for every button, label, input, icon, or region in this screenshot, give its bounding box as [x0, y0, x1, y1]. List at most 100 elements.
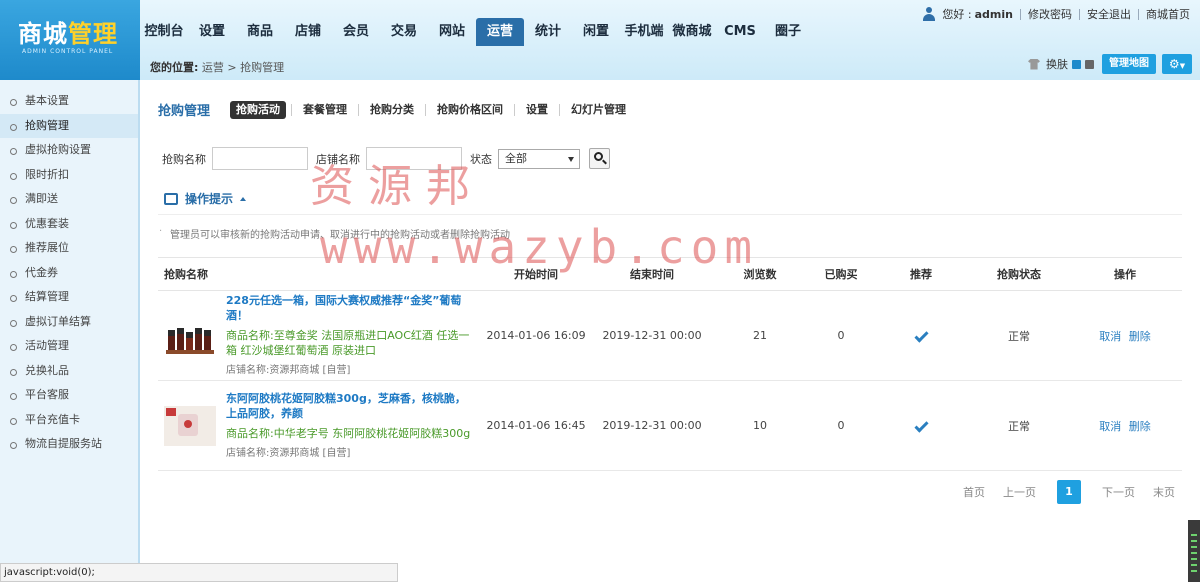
- tab-4[interactable]: 设置: [520, 101, 554, 119]
- current-page-button[interactable]: 1: [1057, 480, 1081, 504]
- caret-down-icon: ▼: [1179, 62, 1186, 70]
- nav-item-2[interactable]: 商品: [236, 18, 284, 46]
- toolbar: 换肤 管理地图 ⚙▼: [1028, 54, 1192, 74]
- sidebar-item-2[interactable]: 虚拟抢购设置: [0, 138, 138, 163]
- nav-item-9[interactable]: 闲置: [572, 18, 620, 46]
- nav-item-label: 网站: [438, 24, 465, 39]
- sidebar-item-5[interactable]: 优惠套装: [0, 212, 138, 237]
- skin-gray-swatch[interactable]: [1085, 59, 1094, 69]
- logout-link[interactable]: 安全退出: [1087, 6, 1131, 22]
- nav-item-7[interactable]: 运营: [476, 18, 524, 46]
- sidebar-item-1[interactable]: 抢购管理: [0, 113, 138, 138]
- sidebar-item-7[interactable]: 代金券: [0, 261, 138, 286]
- nav-item-label: 店铺: [294, 24, 321, 39]
- groupbuy-title-link[interactable]: 228元任选一箱，国际大赛权威推荐“金奖”葡萄酒！: [226, 293, 476, 323]
- nav-item-3[interactable]: 店铺: [284, 18, 332, 46]
- wine-product-thumbnail[interactable]: [164, 316, 216, 356]
- sidebar-list: 基本设置 抢购管理 虚拟抢购设置 限时折扣 满即送 优惠套装 推荐展位 代金券 结算管理 虚拟订单…: [0, 80, 138, 457]
- sidebar-item-12[interactable]: 平台客服: [0, 383, 138, 408]
- nav-item-13[interactable]: 圈子: [764, 18, 812, 46]
- name-filter-input[interactable]: [212, 147, 308, 170]
- checkmark-icon[interactable]: [913, 418, 929, 433]
- tab-0[interactable]: 抢购活动: [230, 100, 287, 119]
- sidebar-item-13[interactable]: 平台充值卡: [0, 408, 138, 433]
- dropdown-arrow-icon: [568, 156, 574, 162]
- delete-link[interactable]: 删除: [1129, 420, 1151, 433]
- sidebar-item-3[interactable]: 限时折扣: [0, 163, 138, 188]
- checkmark-icon[interactable]: [913, 328, 929, 343]
- nav-item-10[interactable]: 手机端: [620, 18, 668, 46]
- delete-link[interactable]: 删除: [1129, 330, 1151, 343]
- watermark-text: 资源邦: [310, 161, 484, 212]
- mall-home-link[interactable]: 商城首页: [1146, 6, 1190, 22]
- user-icon: [923, 7, 936, 21]
- gift-product-thumbnail[interactable]: [164, 405, 216, 446]
- browser-status-bar: javascript:void(0);: [0, 563, 398, 582]
- cancel-link[interactable]: 取消: [1099, 330, 1121, 343]
- nav-item-11[interactable]: 微商城: [668, 18, 716, 46]
- skin-label: 换肤: [1046, 58, 1068, 71]
- admin-map-button[interactable]: 管理地图: [1102, 54, 1156, 74]
- cancel-link[interactable]: 取消: [1099, 420, 1121, 433]
- nav-item-label: 商品: [246, 24, 273, 39]
- start-time: 2014-01-06 16:09: [486, 329, 586, 342]
- first-page-button[interactable]: 首页: [963, 484, 985, 500]
- skin-blue-swatch[interactable]: [1072, 59, 1081, 69]
- nav-item-1[interactable]: 设置: [188, 18, 236, 46]
- status-select[interactable]: 全部: [498, 148, 580, 169]
- sidebar-item-11[interactable]: 兑换礼品: [0, 359, 138, 384]
- nav-item-label: CMS: [724, 24, 756, 39]
- last-page-button[interactable]: 末页: [1153, 484, 1175, 500]
- prev-page-button[interactable]: 上一页: [1003, 484, 1036, 500]
- collapse-arrow-icon: [240, 196, 247, 201]
- nav-item-6[interactable]: 网站: [428, 18, 476, 46]
- tips-toggle[interactable]: 操作提示: [164, 190, 247, 207]
- sidebar-item-10[interactable]: 活动管理: [0, 334, 138, 359]
- goods-name-link[interactable]: 商品名称:至尊金奖 法国原瓶进口AOC红酒 任选一箱 红沙城堡红葡萄酒 原装进口: [226, 328, 476, 358]
- tips-title: 操作提示: [185, 192, 234, 206]
- bought-count: 0: [837, 329, 845, 342]
- goods-name-link[interactable]: 商品名称:中华老字号 东阿阿胶桃花姬阿胶糕300g: [226, 426, 476, 441]
- watermark-url: www.wazyb.com: [320, 220, 759, 274]
- next-page-button[interactable]: 下一页: [1102, 484, 1135, 500]
- nav-item-label: 交易: [390, 24, 417, 39]
- sidebar-item-4[interactable]: 满即送: [0, 187, 138, 212]
- sidebar-item-6[interactable]: 推荐展位: [0, 236, 138, 261]
- col-bought-header: 已购买: [824, 268, 858, 281]
- nav-item-4[interactable]: 会员: [332, 18, 380, 46]
- settings-dropdown-button[interactable]: ⚙▼: [1162, 54, 1192, 74]
- page-tabs: 抢购管理 抢购活动 套餐管理 抢购分类 抢购价格区间 设置 幻灯片管理: [158, 100, 632, 119]
- table-row: 东阿阿胶桃花姬阿胶糕300g，芝麻香，核桃脆，上品阿胶，养颜 商品名称:中华老字…: [158, 381, 1182, 471]
- status-text: 正常: [1008, 419, 1030, 433]
- groupbuy-title-link[interactable]: 东阿阿胶桃花姬阿胶糕300g，芝麻香，核桃脆，上品阿胶，养颜: [226, 391, 476, 421]
- breadcrumb-bar: 您的位置: 运营 > 抢购管理 换肤 管理地图 ⚙▼: [140, 50, 1200, 80]
- logo-subtitle: ADMIN CONTROL PANEL: [22, 48, 114, 55]
- change-password-link[interactable]: 修改密码: [1028, 6, 1072, 22]
- end-time: 2019-12-31 00:00: [602, 329, 702, 342]
- breadcrumb: 您的位置: 运营 > 抢购管理: [150, 59, 284, 75]
- breadcrumb-path: 运营 > 抢购管理: [201, 61, 285, 74]
- skin-switcher[interactable]: 换肤: [1028, 56, 1094, 72]
- top-header: 商城管理 ADMIN CONTROL PANEL 控制台 设置 商品 店铺 会员 交易 网站…: [0, 0, 1200, 80]
- sidebar: 基本设置 抢购管理 虚拟抢购设置 限时折扣 满即送 优惠套装 推荐展位 代金券 结算管理 虚拟订单…: [0, 80, 140, 582]
- nav-item-0[interactable]: 控制台: [140, 18, 188, 46]
- search-button[interactable]: [589, 148, 610, 169]
- sidebar-item-8[interactable]: 结算管理: [0, 285, 138, 310]
- nav-item-5[interactable]: 交易: [380, 18, 428, 46]
- nav-item-12[interactable]: CMS: [716, 18, 764, 46]
- groupbuy-table: 抢购名称 开始时间 结束时间 浏览数 已购买 推荐 抢购状态 操作 228元任选…: [158, 257, 1182, 471]
- sidebar-item-14[interactable]: 物流自提服务站: [0, 432, 138, 457]
- pagination: 首页 上一页 1 下一页 末页: [954, 480, 1184, 504]
- tab-3[interactable]: 抢购价格区间: [431, 101, 509, 119]
- logo-main-text: 商城: [18, 20, 68, 48]
- nav-item-label: 闲置: [582, 24, 609, 39]
- tab-5[interactable]: 幻灯片管理: [565, 101, 632, 119]
- nav-item-8[interactable]: 统计: [524, 18, 572, 46]
- col-ops-header: 操作: [1114, 268, 1136, 281]
- greeting-label: 您好 :: [942, 8, 972, 21]
- tab-1[interactable]: 套餐管理: [297, 101, 353, 119]
- tab-2[interactable]: 抢购分类: [364, 101, 420, 119]
- sidebar-item-0[interactable]: 基本设置: [0, 89, 138, 114]
- gear-icon: ⚙: [1168, 57, 1180, 71]
- sidebar-item-9[interactable]: 虚拟订单结算: [0, 310, 138, 335]
